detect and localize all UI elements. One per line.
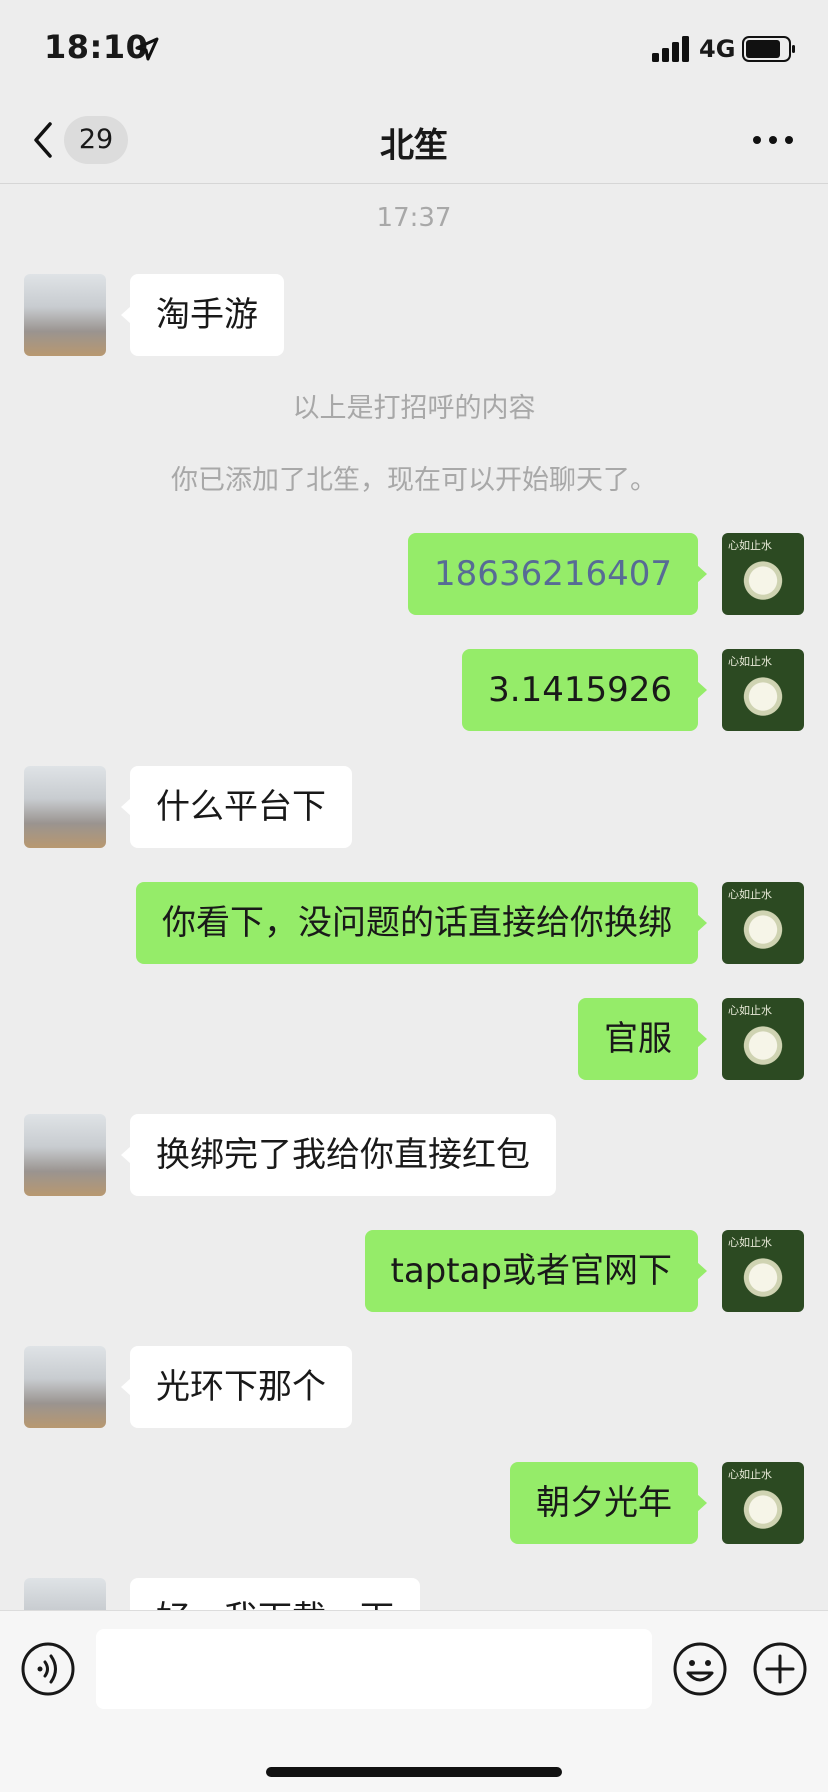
- contact-avatar[interactable]: [24, 1346, 106, 1428]
- self-avatar[interactable]: 心如止水: [722, 1462, 804, 1544]
- plus-icon[interactable]: [752, 1641, 808, 1697]
- message-row: taptap或者官网下 心如止水: [0, 1230, 828, 1312]
- message-row: 朝夕光年 心如止水: [0, 1462, 828, 1544]
- avatar-caption: 心如止水: [728, 539, 772, 552]
- message-bubble[interactable]: 光环下那个: [121, 1346, 352, 1428]
- message-bubble[interactable]: 官服: [578, 998, 707, 1080]
- message-row: 你看下，没问题的话直接给你换绑 心如止水: [0, 882, 828, 964]
- message-row: 18636216407 心如止水: [0, 533, 828, 615]
- chat-timestamp: 17:37: [376, 203, 452, 233]
- message-bubble[interactable]: 18636216407: [408, 533, 707, 615]
- contact-avatar[interactable]: [24, 1114, 106, 1196]
- composer-bar: [0, 1610, 828, 1792]
- avatar-caption: 心如止水: [728, 1004, 772, 1017]
- avatar-caption: 心如止水: [728, 1468, 772, 1481]
- voice-icon[interactable]: [20, 1641, 76, 1697]
- system-note-greeting: 以上是打招呼的内容: [292, 393, 536, 424]
- status-bar: 18:10 4G: [0, 0, 828, 96]
- self-avatar[interactable]: 心如止水: [722, 649, 804, 731]
- message-row: 什么平台下: [0, 766, 828, 848]
- message-row: 淘手游: [0, 274, 828, 356]
- system-note-added: 你已添加了北笙，现在可以开始聊天了。: [171, 465, 657, 496]
- self-avatar[interactable]: 心如止水: [722, 998, 804, 1080]
- signal-icon: [652, 36, 689, 62]
- network-label: 4G: [699, 35, 736, 63]
- location-arrow-icon: [135, 37, 159, 61]
- self-avatar[interactable]: 心如止水: [722, 533, 804, 615]
- self-avatar[interactable]: 心如止水: [722, 1230, 804, 1312]
- message-row: 官服 心如止水: [0, 998, 828, 1080]
- more-icon[interactable]: [748, 124, 798, 156]
- chat-title: 北笙: [380, 126, 448, 166]
- message-input[interactable]: [96, 1629, 652, 1709]
- message-bubble[interactable]: taptap或者官网下: [364, 1230, 707, 1312]
- nav-bar: 29 北笙: [0, 96, 828, 184]
- avatar-caption: 心如止水: [728, 888, 772, 901]
- message-bubble[interactable]: 换绑完了我给你直接红包: [121, 1114, 556, 1196]
- contact-avatar[interactable]: [24, 274, 106, 356]
- message-row: 3.1415926 心如止水: [0, 649, 828, 731]
- message-bubble[interactable]: 你看下，没问题的话直接给你换绑: [136, 882, 707, 964]
- contact-avatar[interactable]: [24, 766, 106, 848]
- home-indicator: [266, 1767, 562, 1777]
- message-row: 换绑完了我给你直接红包: [0, 1114, 828, 1196]
- emoji-icon[interactable]: [672, 1641, 728, 1697]
- avatar-caption: 心如止水: [728, 1236, 772, 1249]
- battery-icon: [742, 36, 795, 62]
- avatar-caption: 心如止水: [728, 655, 772, 668]
- message-row: 光环下那个: [0, 1346, 828, 1428]
- self-avatar[interactable]: 心如止水: [722, 882, 804, 964]
- message-bubble[interactable]: 3.1415926: [462, 649, 707, 731]
- status-time: 18:10: [44, 28, 149, 66]
- message-bubble[interactable]: 淘手游: [121, 274, 284, 356]
- message-bubble[interactable]: 朝夕光年: [510, 1462, 707, 1544]
- message-bubble[interactable]: 什么平台下: [121, 766, 352, 848]
